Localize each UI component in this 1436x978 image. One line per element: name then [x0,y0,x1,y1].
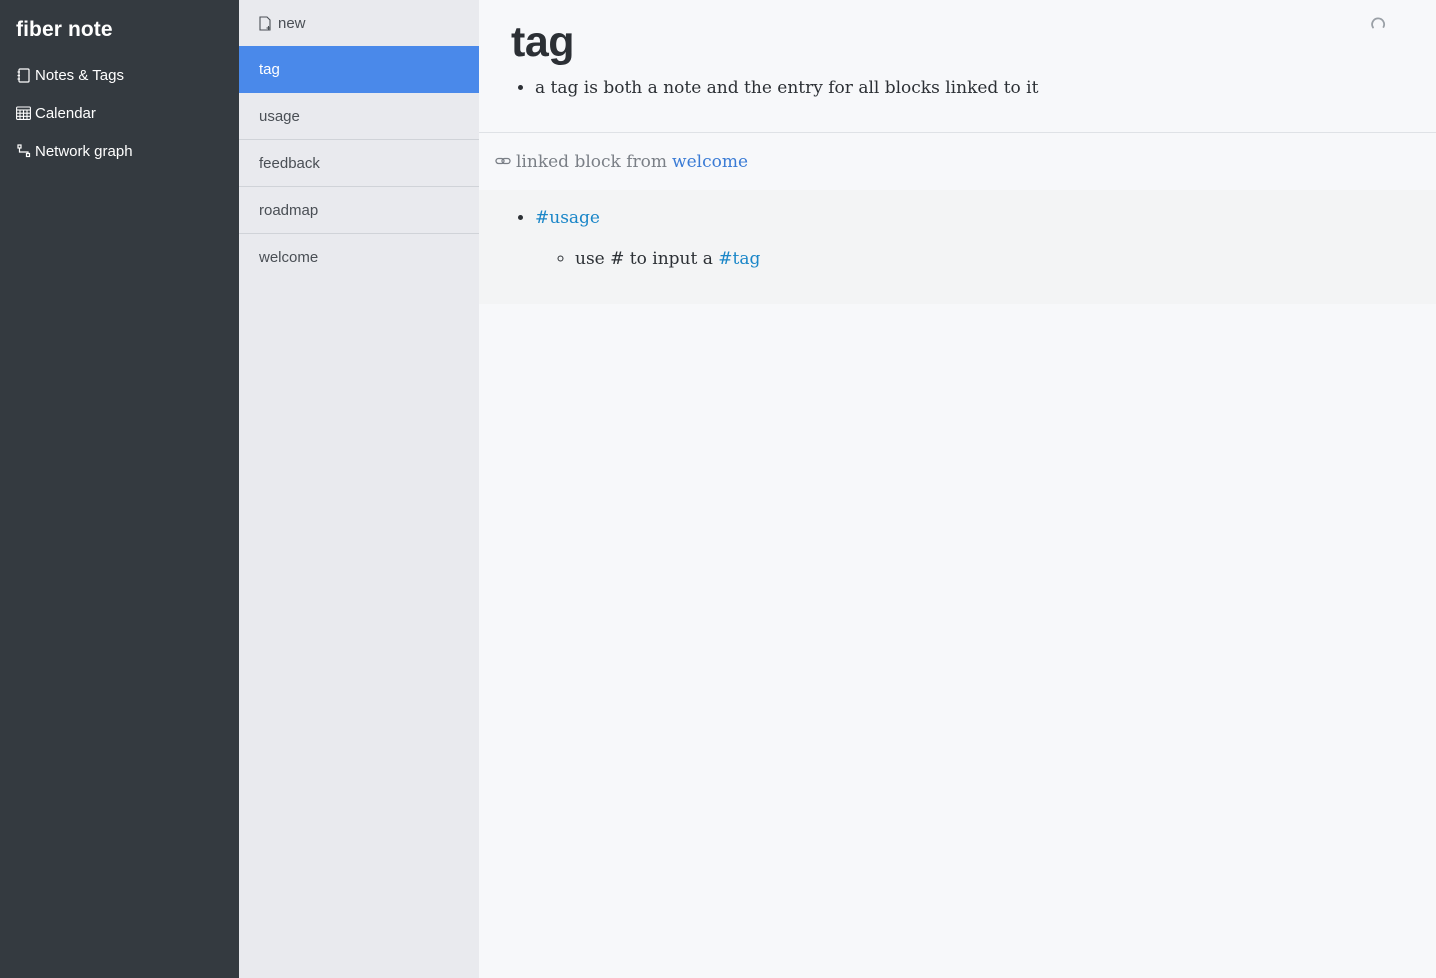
sidebar-item-network-graph[interactable]: Network graph [0,132,239,170]
note-list-item-welcome[interactable]: welcome [239,234,479,281]
linked-source-link[interactable]: welcome [672,152,748,172]
linked-block-list: #usage use # to input a #tag [535,206,1436,271]
note-list-item-label: usage [259,107,300,125]
note-list-item-label: roadmap [259,201,319,219]
new-note-button[interactable]: new [239,0,479,46]
page-title[interactable]: tag [511,16,1436,68]
sidebar-item-label: Notes & Tags [35,66,124,84]
note-editor: tag a tag is both a note and the entry f… [479,0,1436,978]
notebook-icon [16,67,31,83]
calendar-icon [16,106,31,121]
note-list: new tag usage feedback roadmap welcome [239,0,479,978]
note-list-item-tag[interactable]: tag [239,46,479,93]
note-list-item-feedback[interactable]: feedback [239,140,479,187]
linked-block-item: #usage use # to input a #tag [535,206,1436,271]
note-list-item-label: welcome [259,249,319,266]
sidebar-item-calendar[interactable]: Calendar [0,94,239,132]
app-title: fiber note [16,18,113,41]
note-block[interactable]: a tag is both a note and the entry for a… [535,76,1436,100]
sidebar-item-notes-tags[interactable]: Notes & Tags [0,56,239,94]
linked-block-child-item[interactable]: use # to input a #tag [575,247,1436,271]
sidebar-item-label: Network graph [35,142,133,160]
new-note-label: new [278,14,306,32]
linked-block-header: linked block from welcome [479,133,1436,190]
note-list-item-label: feedback [259,154,320,172]
sidebar: fiber note Notes & Tags Calendar Network… [0,0,239,978]
note-header: tag a tag is both a note and the entry f… [479,0,1436,133]
link-icon [495,156,511,168]
note-list-item-label: tag [259,60,280,78]
app-root: fiber note Notes & Tags Calendar Network… [0,0,1436,978]
tag-link-usage[interactable]: #usage [535,208,600,228]
new-file-icon [259,15,273,31]
linked-block-children: use # to input a #tag [575,247,1436,271]
note-blocks: a tag is both a note and the entry for a… [535,76,1436,100]
linked-block-prefix: linked block from [516,151,668,172]
tag-link-tag[interactable]: #tag [718,249,760,269]
note-list-item-roadmap[interactable]: roadmap [239,187,479,234]
loading-spinner-icon [1370,16,1386,32]
linked-block: #usage use # to input a #tag [479,190,1436,304]
sidebar-item-label: Calendar [35,104,96,122]
linked-child-text: use # to input a [575,249,713,269]
network-graph-icon [16,144,31,159]
note-list-item-usage[interactable]: usage [239,93,479,140]
